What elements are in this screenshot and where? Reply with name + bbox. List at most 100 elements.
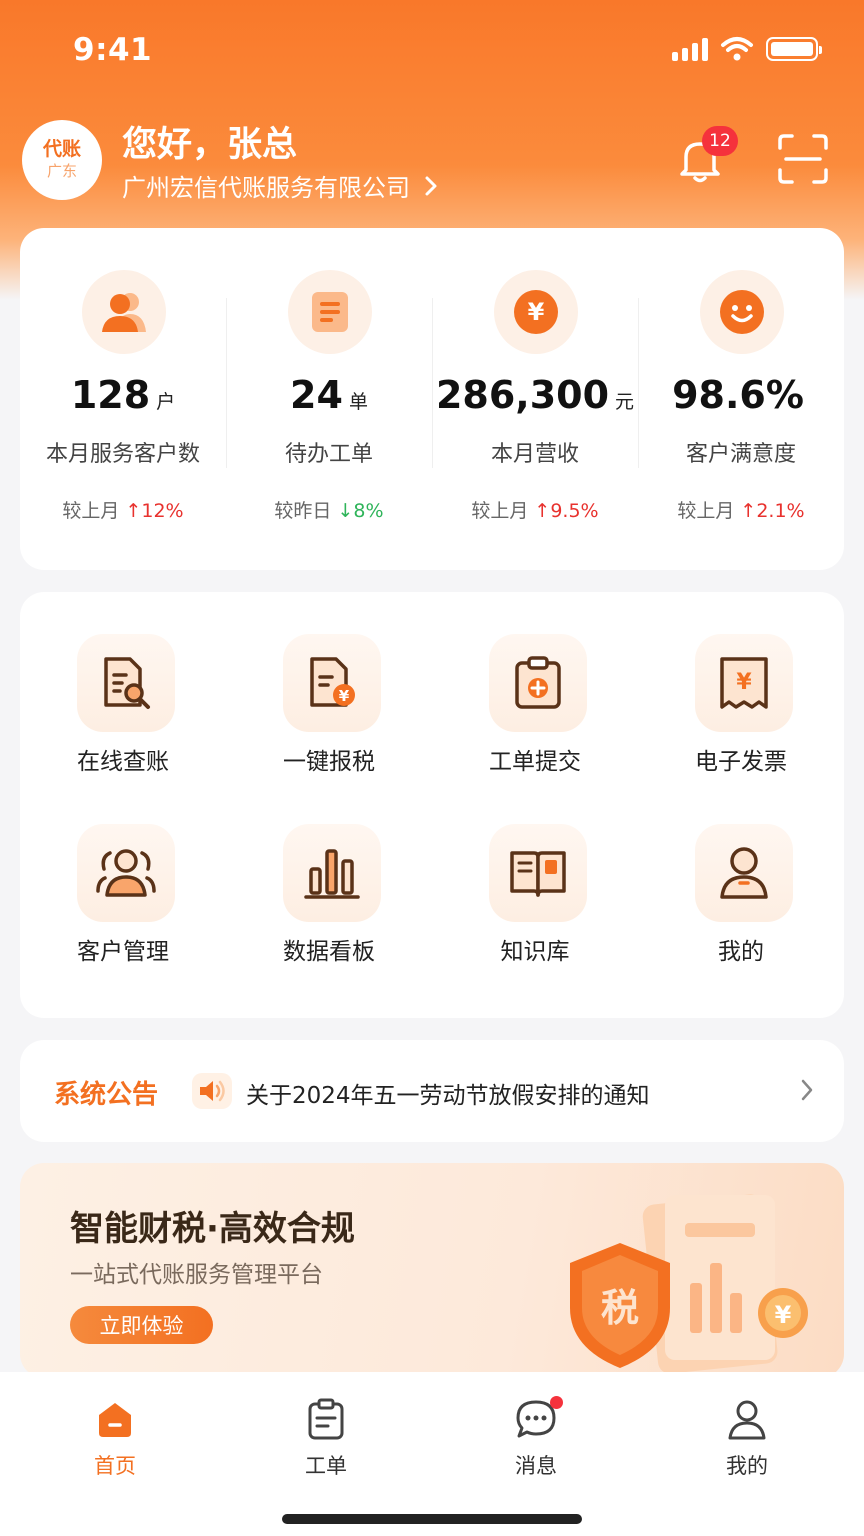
tab-label: 消息 xyxy=(515,1454,557,1478)
app-label: 一键报税 xyxy=(283,749,375,775)
app-one-click-tax[interactable]: ¥ 一键报税 xyxy=(226,634,432,804)
home-indicator[interactable] xyxy=(282,1514,582,1524)
status-icons xyxy=(672,36,822,62)
company-name: 广州宏信代账服务有限公司 xyxy=(122,174,410,202)
stat-work-orders[interactable]: 24 单 待办工单 较昨日 ↓8% xyxy=(226,228,432,570)
stat-label: 本月服务客户数 xyxy=(45,442,200,467)
app-online-ledger[interactable]: 在线查账 xyxy=(20,634,226,804)
arrow-up-icon: ↑ xyxy=(534,500,551,522)
company-selector[interactable]: 广州宏信代账服务有限公司 xyxy=(122,168,438,203)
wifi-icon xyxy=(721,37,753,61)
tax-document-icon: ¥ xyxy=(283,634,381,732)
app-customer-management[interactable]: 客户管理 xyxy=(20,824,226,994)
smile-icon xyxy=(700,270,784,354)
work-order-icon xyxy=(261,1394,391,1444)
status-time: 9:41 xyxy=(73,32,153,68)
app-label: 电子发票 xyxy=(695,749,787,775)
coin-text: ¥ xyxy=(775,1301,792,1329)
stat-value: 286,300 xyxy=(435,373,610,417)
bottom-tab-bar: 首页 工单 消息 我的 xyxy=(0,1372,864,1536)
chevron-right-icon xyxy=(425,176,437,195)
customers-icon xyxy=(77,824,175,922)
home-icon xyxy=(50,1394,180,1444)
tab-label: 工单 xyxy=(305,1454,347,1478)
app-knowledge-base[interactable]: 知识库 xyxy=(432,824,638,994)
cellular-signal-icon xyxy=(672,37,708,61)
stat-satisfaction[interactable]: 98.6% 客户满意度 较上月 ↑2.1% xyxy=(638,228,844,570)
battery-icon xyxy=(766,37,822,61)
app-label: 数据看板 xyxy=(283,939,375,965)
book-icon xyxy=(489,824,587,922)
stats-card: 128 户 本月服务客户数 较上月 ↑12% 24 单 待办工单 较昨日 ↓8% ¥… xyxy=(20,228,844,570)
stat-value: 24 xyxy=(290,373,343,417)
shield-text: 税 xyxy=(601,1286,639,1330)
tab-home[interactable]: 首页 xyxy=(50,1394,180,1480)
profile-icon xyxy=(682,1394,812,1444)
avatar[interactable]: 代账 广东 xyxy=(22,120,102,200)
tab-messages[interactable]: 消息 xyxy=(471,1394,601,1480)
tab-label: 首页 xyxy=(94,1454,136,1478)
change-value: 8% xyxy=(353,500,384,522)
user-header: 代账 广东 您好，张总 广州宏信代账服务有限公司 12 xyxy=(0,118,864,203)
svg-text:¥: ¥ xyxy=(736,670,752,695)
svg-text:¥: ¥ xyxy=(528,298,545,326)
arrow-up-icon: ↑ xyxy=(125,500,142,522)
stat-unit: 单 xyxy=(348,391,368,413)
notice-text: 关于2024年五一劳动节放假安排的通知 xyxy=(246,1083,650,1109)
invoice-icon: ¥ xyxy=(695,634,793,732)
compare-label: 较上月 xyxy=(677,500,735,522)
tax-illustration-icon: 税 ¥ xyxy=(570,1194,808,1374)
tab-label: 我的 xyxy=(726,1454,768,1478)
stat-compare: 较上月 ↑12% xyxy=(20,496,226,523)
notification-badge: 12 xyxy=(702,126,738,156)
document-list-icon xyxy=(288,270,372,354)
app-e-invoice[interactable]: ¥ 电子发票 xyxy=(638,634,844,804)
change-value: 2.1% xyxy=(756,500,805,522)
stat-compare: 较上月 ↑2.1% xyxy=(638,496,844,523)
stat-unit: 元 xyxy=(615,391,635,413)
document-search-icon xyxy=(77,634,175,732)
speaker-icon xyxy=(192,1073,232,1109)
stat-compare: 较昨日 ↓8% xyxy=(226,496,432,523)
stat-revenue[interactable]: ¥ 286,300 元 本月营收 较上月 ↑9.5% xyxy=(432,228,638,570)
system-notice[interactable]: 系统公告 关于2024年五一劳动节放假安排的通知 xyxy=(20,1040,844,1142)
unread-dot xyxy=(550,1396,563,1409)
app-submit-order[interactable]: 工单提交 xyxy=(432,634,638,804)
scan-icon[interactable] xyxy=(776,132,830,186)
try-now-button[interactable]: 立即体验 xyxy=(70,1306,213,1344)
stat-label: 本月营收 xyxy=(490,442,579,467)
avatar-text: 代账 xyxy=(42,138,81,160)
arrow-up-icon: ↑ xyxy=(740,500,757,522)
tab-work-orders[interactable]: 工单 xyxy=(261,1394,391,1480)
app-label: 在线查账 xyxy=(77,749,169,775)
stat-label: 客户满意度 xyxy=(685,442,796,467)
stat-unit: 户 xyxy=(156,391,176,413)
tab-profile[interactable]: 我的 xyxy=(682,1394,812,1480)
compare-label: 较上月 xyxy=(62,500,120,522)
chevron-right-icon xyxy=(801,1079,813,1101)
greeting: 您好，张总 xyxy=(122,125,298,165)
stat-value: 128 xyxy=(70,373,151,417)
promo-banner[interactable]: 智能财税·高效合规 一站式代账服务管理平台 立即体验 税 ¥ xyxy=(20,1163,844,1378)
yuan-coin-icon: ¥ xyxy=(494,270,578,354)
app-data-dashboard[interactable]: 数据看板 xyxy=(226,824,432,994)
clipboard-add-icon xyxy=(489,634,587,732)
app-label: 我的 xyxy=(718,939,764,965)
compare-label: 较上月 xyxy=(471,500,529,522)
arrow-down-icon: ↓ xyxy=(337,500,354,522)
person-icon xyxy=(695,824,793,922)
compare-label: 较昨日 xyxy=(274,500,332,522)
change-value: 9.5% xyxy=(550,500,599,522)
bar-chart-icon xyxy=(283,824,381,922)
banner-title: 智能财税·高效合规 xyxy=(70,1209,355,1249)
stat-customers[interactable]: 128 户 本月服务客户数 较上月 ↑12% xyxy=(20,228,226,570)
message-icon xyxy=(471,1394,601,1444)
stat-label: 待办工单 xyxy=(284,442,373,467)
app-mine[interactable]: 我的 xyxy=(638,824,844,994)
app-label: 工单提交 xyxy=(489,749,581,775)
banner-subtitle: 一站式代账服务管理平台 xyxy=(70,1262,323,1288)
users-icon xyxy=(82,270,166,354)
change-value: 12% xyxy=(141,500,184,522)
status-bar: 9:41 xyxy=(0,28,864,78)
app-label: 客户管理 xyxy=(77,939,169,965)
